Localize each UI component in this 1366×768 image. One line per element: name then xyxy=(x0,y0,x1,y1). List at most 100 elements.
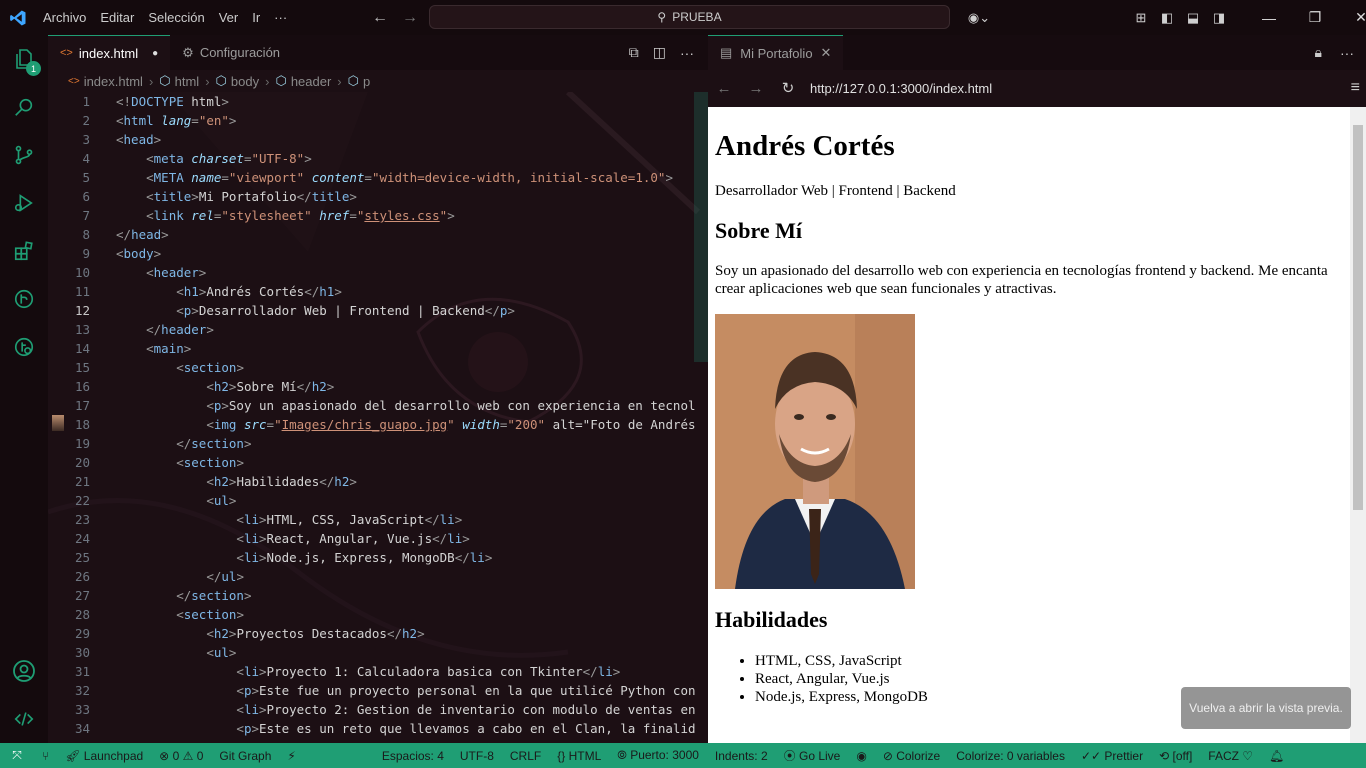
copilot-status-icon[interactable]: ◉ xyxy=(848,749,874,763)
customize-layout-icon[interactable]: ⊞ xyxy=(1128,10,1154,26)
code-line[interactable]: 18 <img src="Images/chris_guapo.jpg" wid… xyxy=(48,415,708,434)
indentation-status[interactable]: Espacios: 4 xyxy=(374,749,452,763)
language-status[interactable]: {} HTML xyxy=(549,749,609,763)
restore-icon[interactable]: ❐ xyxy=(1292,9,1338,26)
toggle-secondary-sidebar-icon[interactable]: ◨ xyxy=(1206,10,1232,26)
close-tab-icon[interactable]: ✕ xyxy=(821,45,832,61)
breadcrumb-item[interactable]: p xyxy=(363,74,370,89)
port-status[interactable]: ⦾ Puerto: 3000 xyxy=(609,748,707,763)
menu-more[interactable]: ··· xyxy=(267,0,294,35)
code-line[interactable]: 4 <meta charset="UTF-8"> xyxy=(48,149,708,168)
editor-scrollbar[interactable] xyxy=(694,92,708,362)
off-status[interactable]: ⟲ [off] xyxy=(1151,749,1200,763)
hamburger-menu-icon[interactable]: ≡ xyxy=(1351,79,1360,97)
reopen-preview-toast[interactable]: Vuelva a abrir la vista previa. xyxy=(1181,687,1351,729)
code-line[interactable]: 29 <h2>Proyectos Destacados</h2> xyxy=(48,624,708,643)
back-arrow-icon[interactable]: ← xyxy=(372,9,388,27)
unsaved-dot-icon[interactable]: ● xyxy=(152,48,158,59)
code-line[interactable]: 13 </header> xyxy=(48,320,708,339)
go-live-button[interactable]: ⦿ Go Live xyxy=(776,747,849,764)
code-line[interactable]: 31 <li>Proyecto 1: Calculadora basica co… xyxy=(48,662,708,681)
code-line[interactable]: 27 </section> xyxy=(48,586,708,605)
remote-icon[interactable]: ⤧ xyxy=(0,743,34,768)
git-graph-icon[interactable] xyxy=(0,275,48,323)
indents-status[interactable]: Indents: 2 xyxy=(707,749,776,763)
breadcrumb-item[interactable]: header xyxy=(291,74,331,89)
close-icon[interactable]: ✕ xyxy=(1338,9,1366,26)
code-line[interactable]: 10 <header> xyxy=(48,263,708,282)
menu-archivo[interactable]: Archivo xyxy=(36,0,93,35)
more-actions-icon[interactable]: ··· xyxy=(680,45,694,61)
run-debug-icon[interactable] xyxy=(0,179,48,227)
code-line[interactable]: 34 <p>Este es un reto que llevamos a cab… xyxy=(48,719,708,738)
minimize-icon[interactable]: — xyxy=(1246,10,1292,26)
search-icon[interactable] xyxy=(0,83,48,131)
problems-status[interactable]: ⊗ 0 ⚠ 0 xyxy=(151,749,211,763)
url-field[interactable]: http://127.0.0.1:3000/index.html xyxy=(810,81,992,96)
code-line[interactable]: 17 <p>Soy un apasionado del desarrollo w… xyxy=(48,396,708,415)
code-line[interactable]: 11 <h1>Andrés Cortés</h1> xyxy=(48,282,708,301)
forward-arrow-icon[interactable]: → xyxy=(740,80,772,97)
command-center-search[interactable]: ⚲ PRUEBA xyxy=(429,5,950,29)
breadcrumb-item[interactable]: body xyxy=(231,74,259,89)
eol-status[interactable]: CRLF xyxy=(502,749,549,763)
accounts-icon[interactable] xyxy=(0,647,48,695)
remote-explorer-icon[interactable] xyxy=(0,323,48,371)
code-line[interactable]: 5 <META name="viewport" content="width=d… xyxy=(48,168,708,187)
extensions-icon[interactable] xyxy=(0,227,48,275)
code-line[interactable]: 21 <h2>Habilidades</h2> xyxy=(48,472,708,491)
code-line[interactable]: 14 <main> xyxy=(48,339,708,358)
code-line[interactable]: 33 <li>Proyecto 2: Gestion de inventario… xyxy=(48,700,708,719)
menu-ver[interactable]: Ver xyxy=(212,0,246,35)
code-line[interactable]: 8 </head> xyxy=(48,225,708,244)
notifications-icon[interactable]: 🔔︎ xyxy=(1261,749,1292,763)
breadcrumb-item[interactable]: html xyxy=(175,74,200,89)
toggle-panel-icon[interactable]: ⬓ xyxy=(1180,10,1206,26)
tab-mi-portafolio[interactable]: ▤ Mi Portafolio ✕ xyxy=(708,35,844,70)
explorer-icon[interactable]: 1 xyxy=(0,35,48,83)
toggle-primary-sidebar-icon[interactable]: ◧ xyxy=(1154,10,1180,26)
tab-index-html[interactable]: <> index.html ● xyxy=(48,35,171,70)
lock-icon[interactable]: 🔒︎ xyxy=(1315,44,1322,61)
copilot-icon[interactable]: ◉⌄ xyxy=(962,10,996,26)
git-blame-avatar[interactable] xyxy=(52,415,64,431)
menu-ir[interactable]: Ir xyxy=(245,0,267,35)
source-control-icon[interactable] xyxy=(0,131,48,179)
code-line[interactable]: 16 <h2>Sobre Mí</h2> xyxy=(48,377,708,396)
code-line[interactable]: 30 <ul> xyxy=(48,643,708,662)
launchpad-status[interactable]: 🚀︎ Launchpad xyxy=(57,749,151,763)
code-line[interactable]: 1 <!DOCTYPE html> xyxy=(48,92,708,111)
open-preview-icon[interactable]: ⧉ xyxy=(629,44,639,61)
code-line[interactable]: 24 <li>React, Angular, Vue.js</li> xyxy=(48,529,708,548)
code-line[interactable]: 9 <body> xyxy=(48,244,708,263)
code-line[interactable]: 12 <p>Desarrollador Web | Frontend | Bac… xyxy=(48,301,708,320)
colorize-variables-status[interactable]: Colorize: 0 variables xyxy=(948,749,1073,763)
code-line[interactable]: 22 <ul> xyxy=(48,491,708,510)
forward-arrow-icon[interactable]: → xyxy=(402,9,418,27)
menu-editar[interactable]: Editar xyxy=(93,0,141,35)
tab-configuracion[interactable]: ⚙ Configuración xyxy=(170,35,292,70)
git-graph-status[interactable]: Git Graph xyxy=(211,749,279,763)
code-line[interactable]: 6 <title>Mi Portafolio</title> xyxy=(48,187,708,206)
scrollbar-thumb[interactable] xyxy=(1353,125,1363,510)
code-line[interactable]: 28 <section> xyxy=(48,605,708,624)
back-arrow-icon[interactable]: ← xyxy=(708,80,740,97)
encoding-status[interactable]: UTF-8 xyxy=(452,749,502,763)
code-line[interactable]: 32 <p>Este fue un proyecto personal en l… xyxy=(48,681,708,700)
lightning-icon[interactable]: ⚡︎ xyxy=(279,749,303,763)
code-line[interactable]: 23 <li>HTML, CSS, JavaScript</li> xyxy=(48,510,708,529)
split-editor-icon[interactable]: ◫ xyxy=(653,44,666,61)
user-status[interactable]: FACZ ♡ xyxy=(1200,749,1261,763)
colorize-status[interactable]: ⊘ Colorize xyxy=(875,749,948,763)
code-line[interactable]: 25 <li>Node.js, Express, MongoDB</li> xyxy=(48,548,708,567)
code-line[interactable]: 19 </section> xyxy=(48,434,708,453)
code-line[interactable]: 3 <head> xyxy=(48,130,708,149)
source-control-status-icon[interactable]: ⑂ xyxy=(34,749,57,763)
code-line[interactable]: 7 <link rel="stylesheet" href="styles.cs… xyxy=(48,206,708,225)
reload-icon[interactable]: ↻ xyxy=(772,79,804,97)
code-line[interactable]: 26 </ul> xyxy=(48,567,708,586)
code-line[interactable]: 2 <html lang="en"> xyxy=(48,111,708,130)
prettier-status[interactable]: ✓✓ Prettier xyxy=(1073,749,1151,763)
menu-seleccion[interactable]: Selección xyxy=(141,0,211,35)
code-line[interactable]: 20 <section> xyxy=(48,453,708,472)
